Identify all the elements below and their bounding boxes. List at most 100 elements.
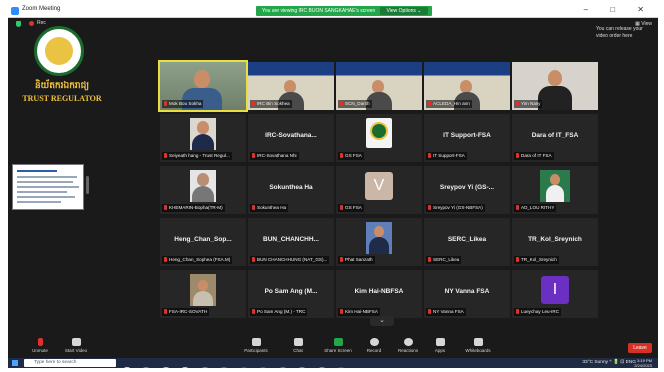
participant-tile[interactable]: TR_Kol_Sreynich TR_Kol_Sreynich (512, 218, 598, 266)
microphone-muted-icon (252, 205, 255, 210)
microphone-muted-icon (164, 205, 167, 210)
microphone-muted-icon (428, 257, 431, 262)
participant-tile[interactable]: Sokunthea Ha Sokunthea Ha (248, 166, 334, 214)
microphone-muted-icon (340, 257, 343, 262)
leave-button[interactable]: Leave (628, 343, 652, 353)
participant-tile[interactable]: Yim Nasy (512, 62, 598, 110)
acrobat-icon[interactable] (337, 367, 344, 368)
mail-icon[interactable] (221, 367, 228, 368)
participant-name: KHEMARIN-Bopha(TR-M) (169, 205, 223, 210)
participant-tile[interactable]: BUN_CHANCHH... BUN CHANCHHUNG (NAT_GS)... (248, 218, 334, 266)
microphone-muted-icon (164, 153, 167, 158)
participant-tile[interactable]: Po Sam Ang (M... Po Sam Ang (M.) - TRC (248, 270, 334, 318)
participant-display-name: IT Support-FSA (443, 132, 491, 139)
participants-button[interactable]: Participants (234, 338, 278, 353)
participant-name: Sreypov Yi (GS-NBFSA) (433, 205, 483, 210)
file-explorer-icon[interactable] (182, 367, 189, 368)
participant-tile[interactable]: Kim Hai-NBFSA Kim Hai-NBFSA (336, 270, 422, 318)
participant-tile[interactable]: IRC-Sovathana... IRC-Sovathana Nhi (248, 114, 334, 162)
participant-name: TR_Kol_Sreynich (521, 257, 557, 262)
shared-screen-thumbnail[interactable] (12, 164, 84, 210)
participant-name: Lueychay Leu-IRC (521, 309, 560, 314)
store-icon[interactable] (201, 367, 208, 368)
participant-tile[interactable]: KHEMARIN-Bopha(TR-M) (160, 166, 246, 214)
zoom-taskbar-icon[interactable] (299, 367, 306, 368)
microphone-muted-icon (428, 101, 431, 106)
participant-tile[interactable]: AD_LOU RITHY (512, 166, 598, 214)
windows-taskbar: Type here to search 33°C Sunny ^ 🔋 ⊡ ENG… (8, 358, 658, 368)
participant-tile[interactable]: Phat Sanzath (336, 218, 422, 266)
start-video-button[interactable]: Start Video (54, 338, 98, 353)
taskbar-search-input[interactable]: Type here to search (24, 359, 116, 367)
tray-icons: ^ 🔋 ⊡ ENG (609, 360, 636, 365)
resize-handle[interactable] (86, 176, 89, 194)
whiteboards-button[interactable]: Whiteboards (456, 338, 500, 353)
participant-name-label: TR_Kol_Sreynich (514, 256, 559, 264)
participant-name-label: BUN CHANCHHUNG (NAT_GS)... (250, 256, 330, 264)
participant-tile[interactable]: Sreypov Yi (GS-... Sreypov Yi (GS-NBFSA) (424, 166, 510, 214)
participant-tile[interactable]: Heng_Chan_Sop... Heng_Chan_Sophea (FSA.M) (160, 218, 246, 266)
participant-display-name: TR_Kol_Sreynich (528, 236, 582, 243)
taskbar-clock[interactable]: 3:19 PM 2/24/2023 (634, 358, 652, 368)
participant-name: IT Support-FSA (433, 153, 465, 158)
participant-name: Seiyeath hang - Trust Regul... (169, 153, 230, 158)
task-view-icon[interactable] (124, 367, 130, 368)
participant-display-name: IRC-Sovathana... (265, 132, 317, 139)
microphone-muted-icon (340, 309, 343, 314)
participant-display-name: BUN_CHANCHH... (263, 236, 319, 243)
participant-name: Po Sam Ang (M.) - TRC (257, 309, 306, 314)
participant-tile[interactable]: SERC_Likea SERC_Likea (424, 218, 510, 266)
participant-tile[interactable]: Dara of IT_FSA Dara of IT FSA (512, 114, 598, 162)
participant-tile[interactable]: SCN_Darith (336, 62, 422, 110)
powerpoint-icon[interactable] (279, 367, 286, 368)
windows-start-icon[interactable] (12, 360, 18, 366)
edge-icon[interactable] (143, 367, 150, 368)
participant-name: BUN CHANCHHUNG (NAT_GS)... (257, 257, 328, 262)
microphone-muted-icon (516, 257, 519, 262)
participant-display-name: NY Vanna FSA (444, 288, 490, 295)
microphone-muted-icon (164, 257, 167, 262)
participant-tile[interactable]: V GS FSA (336, 166, 422, 214)
chat-button[interactable]: Chat (276, 338, 320, 353)
record-icon (369, 338, 379, 346)
participant-tile[interactable]: ACLEDA_Hin ann (424, 62, 510, 110)
participant-name: Kim Hai-NBFSA (345, 309, 378, 314)
reactions-icon (403, 338, 413, 346)
participant-name-label: IRC-Sovathana Nhi (250, 152, 299, 160)
microphone-muted-icon (428, 153, 431, 158)
view-options-button[interactable]: View Options ⌄ (380, 7, 428, 15)
microphone-muted-icon (252, 257, 255, 262)
participant-tile[interactable]: Seiyeath hang - Trust Regul... (160, 114, 246, 162)
participant-tile[interactable]: Mok Bou Sokha (158, 60, 248, 112)
participant-tile[interactable]: GS FSA (336, 114, 422, 162)
participant-name: Phat Sanzath (345, 257, 373, 262)
participant-display-name: Heng_Chan_Sop... (174, 236, 232, 243)
participant-name-label: Sreypov Yi (GS-NBFSA) (426, 204, 485, 212)
participant-name-label: IT Support-FSA (426, 152, 467, 160)
participant-name-label: NY Vanna FSA (426, 308, 466, 316)
zoom-window: Zoom Meeting You are viewing IRC BUON SA… (8, 4, 658, 368)
word-icon[interactable] (240, 367, 247, 368)
participant-display-name: Dara of IT_FSA (531, 132, 579, 139)
participant-name: Mok Bou Sokha (169, 101, 202, 106)
participant-display-name: SERC_Likea (447, 236, 487, 243)
chrome-icon[interactable] (162, 367, 169, 368)
participant-tile[interactable]: FSA-IRC-SOVATH (160, 270, 246, 318)
meeting-toolbar: Unmute Start Video Participants Chat Sha… (8, 336, 658, 358)
window-title: Zoom Meeting (22, 6, 61, 12)
gallery-grid: Mok Bou Sokha IRC Bin Sokhea SCN_Darith ACL… (158, 60, 600, 318)
participant-name: Heng_Chan_Sophea (FSA.M) (169, 257, 231, 262)
participant-tile[interactable]: I Lueychay Leu-IRC (512, 270, 598, 318)
participant-tile[interactable]: NY Vanna FSA NY Vanna FSA (424, 270, 510, 318)
participant-tile[interactable]: IRC Bin Sokhea (248, 62, 334, 110)
telegram-icon[interactable] (318, 367, 325, 368)
next-page-button[interactable]: ⌄ (370, 316, 394, 326)
participant-tile[interactable]: IT Support-FSA IT Support-FSA (424, 114, 510, 162)
window-controls[interactable]: – □ ✕ (584, 5, 654, 14)
participant-name: Dara of IT FSA (521, 153, 552, 158)
system-tray[interactable]: 33°C Sunny ^ 🔋 ⊡ ENG (582, 360, 636, 365)
participant-name: GS FSA (345, 153, 362, 158)
participant-name-label: KHEMARIN-Bopha(TR-M) (162, 204, 225, 212)
title-bar: Zoom Meeting You are viewing IRC BUON SA… (8, 4, 658, 18)
excel-icon[interactable] (260, 367, 267, 368)
